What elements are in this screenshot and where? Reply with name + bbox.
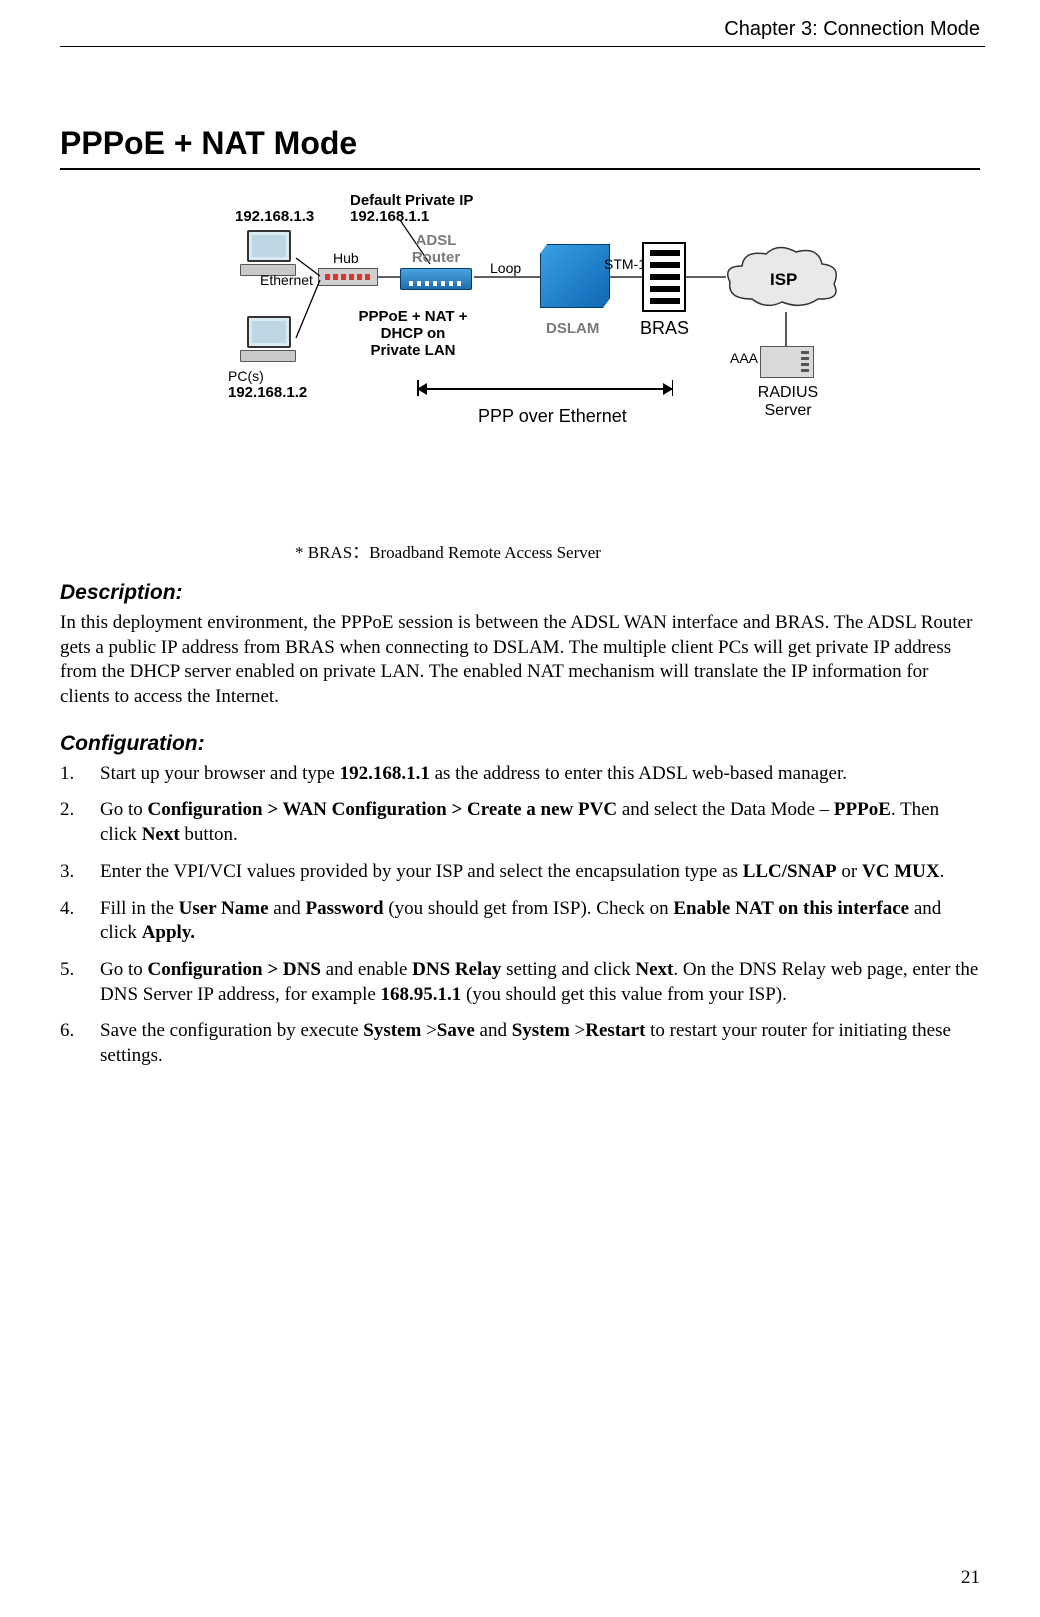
dslam-icon — [540, 244, 610, 308]
page-content: PPPoE + NAT Mode 192.168.1.3 Default Pri… — [60, 125, 980, 1081]
title-rule — [60, 168, 980, 170]
ppp-span-arrow — [418, 388, 672, 390]
bras-label: BRAS — [640, 318, 689, 339]
isp-label: ISP — [770, 270, 797, 290]
step-item: Fill in the User Name and Password (you … — [60, 897, 980, 946]
page-number: 21 — [961, 1567, 980, 1589]
adsl-router-label: ADSL Router — [400, 232, 472, 266]
aaa-label: AAA — [730, 350, 758, 366]
pcs-label: PC(s) — [228, 368, 264, 384]
pc2-ip-label: 192.168.1.2 — [228, 384, 307, 401]
server-icon — [760, 346, 814, 378]
step-item: Enter the VPI/VCI values provided by you… — [60, 860, 980, 885]
step-item: Save the configuration by execute System… — [60, 1019, 980, 1068]
default-ip-value: 192.168.1.1 — [350, 208, 429, 225]
dslam-label: DSLAM — [546, 320, 599, 337]
stm1-label: STM-1 — [604, 256, 646, 272]
pc-icon — [240, 316, 298, 366]
configuration-steps: Start up your browser and type 192.168.1… — [60, 762, 980, 1069]
step-item: Go to Configuration > WAN Configuration … — [60, 798, 980, 847]
step-item: Go to Configuration > DNS and enable DNS… — [60, 958, 980, 1007]
mode-label: PPPoE + NAT + DHCP on Private LAN — [348, 308, 478, 359]
step-item: Start up your browser and type 192.168.1… — [60, 762, 980, 787]
page-header: Chapter 3: Connection Mode — [724, 18, 980, 41]
ethernet-label: Ethernet — [260, 272, 313, 288]
network-diagram: 192.168.1.3 Default Private IP 192.168.1… — [200, 188, 920, 528]
bras-icon — [642, 242, 686, 312]
router-icon — [400, 268, 472, 290]
header-rule — [60, 46, 985, 47]
description-text: In this deployment environment, the PPPo… — [60, 611, 980, 710]
hub-icon — [318, 268, 378, 286]
radius-label: RADIUS Server — [748, 384, 828, 420]
configuration-heading: Configuration: — [60, 732, 980, 756]
description-heading: Description: — [60, 581, 980, 605]
bras-footnote: * BRAS：Broadband Remote Access Server — [295, 538, 980, 563]
section-title: PPPoE + NAT Mode — [60, 125, 980, 162]
loop-label: Loop — [490, 260, 521, 276]
ppp-over-ethernet-label: PPP over Ethernet — [478, 406, 627, 427]
hub-label: Hub — [333, 250, 359, 266]
default-ip-label: Default Private IP — [350, 192, 473, 209]
pc1-ip-label: 192.168.1.3 — [235, 208, 314, 225]
